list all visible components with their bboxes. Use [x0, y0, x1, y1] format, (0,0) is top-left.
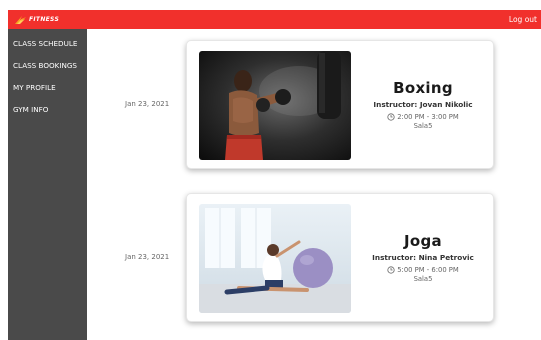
class-time: 5:00 PM - 6:00 PM [387, 266, 459, 274]
class-room: Sala5 [413, 275, 433, 283]
brand-text: FITNESS [29, 16, 60, 23]
sidebar-item-class-schedule[interactable]: CLASS SCHEDULE [8, 33, 87, 55]
booking-card-boxing[interactable]: Boxing Instructor: Jovan Nikolic 2:00 PM… [186, 40, 494, 169]
logout-link[interactable]: Log out [509, 15, 537, 24]
instructor-name: Instructor: Nina Petrovic [372, 253, 474, 262]
class-title: Joga [404, 232, 442, 250]
booking-info: Joga Instructor: Nina Petrovic 5:00 PM -… [361, 194, 485, 321]
booking-date: Jan 23, 2021 [125, 100, 170, 108]
class-time: 2:00 PM - 3:00 PM [387, 113, 459, 121]
booking-card-joga[interactable]: Joga Instructor: Nina Petrovic 5:00 PM -… [186, 193, 494, 322]
bookings-list: Jan 23, 2021 Boxing Instructor: Jovan Ni… [87, 29, 541, 340]
clock-icon [387, 113, 395, 121]
booking-date: Jan 23, 2021 [125, 253, 170, 261]
instructor-name: Instructor: Jovan Nikolic [373, 100, 473, 109]
sidebar: CLASS SCHEDULE CLASS BOOKINGS MY PROFILE… [8, 29, 87, 340]
brand-logo[interactable]: FITNESS [14, 15, 59, 25]
sidebar-item-gym-info[interactable]: GYM INFO [8, 99, 87, 121]
boxer-photo [199, 51, 351, 160]
class-title: Boxing [393, 79, 453, 97]
booking-info: Boxing Instructor: Jovan Nikolic 2:00 PM… [361, 41, 485, 168]
class-time-text: 5:00 PM - 6:00 PM [397, 266, 459, 274]
clock-icon [387, 266, 395, 274]
sidebar-item-my-profile[interactable]: MY PROFILE [8, 77, 87, 99]
yoga-photo [199, 204, 351, 313]
flame-logo-icon [15, 15, 26, 24]
class-room: Sala5 [413, 122, 433, 130]
sidebar-item-class-bookings[interactable]: CLASS BOOKINGS [8, 55, 87, 77]
top-bar: FITNESS Log out [8, 10, 541, 29]
class-time-text: 2:00 PM - 3:00 PM [397, 113, 459, 121]
